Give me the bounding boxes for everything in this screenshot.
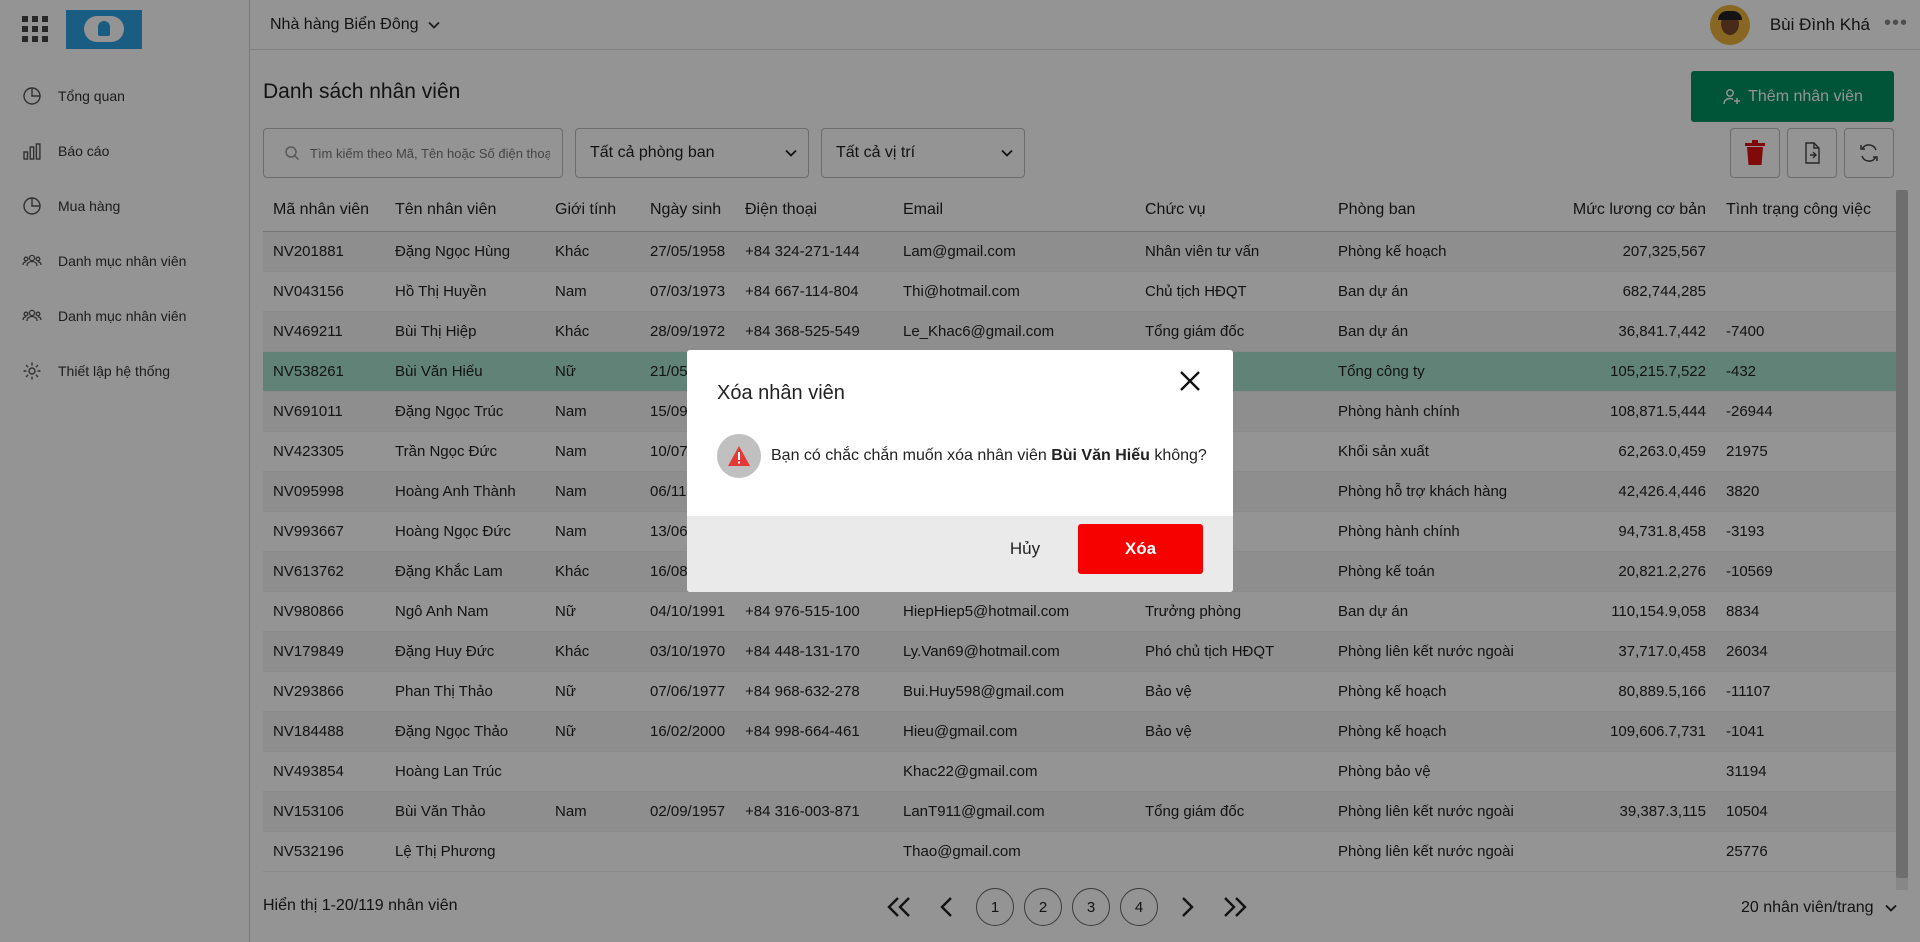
- dialog-employee-name: Bùi Văn Hiếu: [1051, 447, 1150, 464]
- dialog-message-suffix: không?: [1149, 447, 1207, 464]
- dialog-message-prefix: Bạn có chắc chắn muốn xóa nhân viên: [771, 447, 1052, 464]
- dialog-message: Bạn có chắc chắn muốn xóa nhân viên Bùi …: [717, 434, 1207, 478]
- delete-employee-dialog: Xóa nhân viên Bạn có chắc chắn muốn xóa …: [687, 350, 1233, 592]
- close-button[interactable]: [1175, 366, 1205, 396]
- dialog-footer: Hủy Xóa: [687, 516, 1233, 592]
- warning-icon: [717, 434, 761, 478]
- close-icon: [1180, 371, 1200, 391]
- confirm-delete-button[interactable]: Xóa: [1078, 524, 1203, 574]
- cancel-button[interactable]: Hủy: [970, 524, 1080, 574]
- dialog-title: Xóa nhân viên: [717, 382, 845, 404]
